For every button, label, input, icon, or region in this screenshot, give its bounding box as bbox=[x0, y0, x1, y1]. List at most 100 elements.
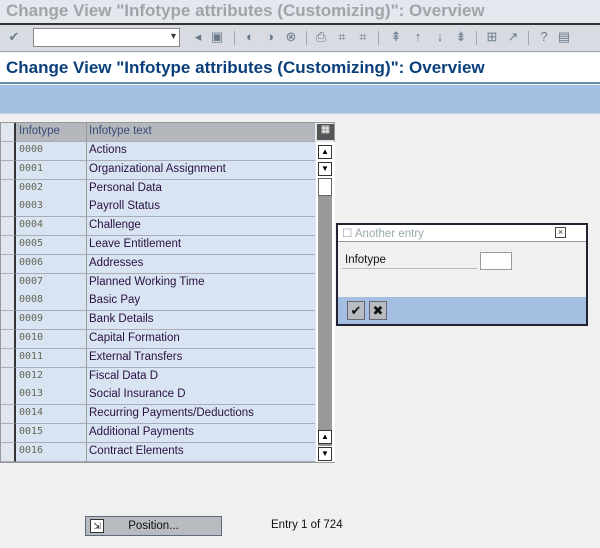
infotype-cell[interactable]: 0014 bbox=[16, 405, 87, 425]
new-session-icon[interactable]: ⊞ bbox=[484, 29, 500, 45]
print-icon[interactable]: ⎙ bbox=[313, 29, 329, 45]
infotype-text-cell[interactable]: Leave Entitlement bbox=[87, 236, 315, 255]
infotype-text-cell[interactable]: Challenge bbox=[87, 217, 315, 237]
row-selector[interactable] bbox=[1, 311, 16, 331]
scroll-page-up-button[interactable]: ▲ bbox=[318, 430, 332, 444]
column-header-infotype[interactable]: Infotype bbox=[16, 123, 87, 142]
row-selector[interactable] bbox=[1, 330, 16, 349]
row-selector[interactable] bbox=[1, 179, 16, 199]
row-selector[interactable] bbox=[1, 273, 16, 293]
infotype-text-cell[interactable]: Recurring Payments/Deductions bbox=[87, 405, 315, 425]
infotype-text-cell[interactable]: Capital Formation bbox=[87, 330, 315, 349]
infotype-cell[interactable]: 0004 bbox=[16, 217, 87, 237]
scroll-down-button[interactable]: ▼ bbox=[318, 162, 332, 176]
find-icon[interactable]: ⌗ bbox=[334, 29, 350, 45]
back-icon[interactable]: ◐ bbox=[242, 29, 258, 45]
infotype-text-cell[interactable]: Basic Pay bbox=[87, 292, 315, 312]
table-row[interactable]: 0015 Additional Payments bbox=[1, 424, 315, 443]
enter-icon[interactable]: ✔ bbox=[6, 29, 22, 45]
infotype-text-cell[interactable]: Bank Details bbox=[87, 311, 315, 331]
position-button[interactable]: ⇲ Position... bbox=[85, 516, 222, 536]
infotype-cell[interactable]: 0005 bbox=[16, 236, 87, 255]
infotype-cell[interactable]: 0003 bbox=[16, 198, 87, 218]
row-selector[interactable] bbox=[1, 236, 16, 255]
cancel-icon[interactable]: ⊗ bbox=[283, 29, 299, 45]
table-row[interactable]: 0007 Planned Working Time bbox=[1, 273, 315, 293]
command-field[interactable]: ▾ bbox=[33, 28, 180, 47]
row-selector[interactable] bbox=[1, 386, 16, 406]
row-selector[interactable] bbox=[1, 254, 16, 274]
table-row[interactable]: 0008 Basic Pay bbox=[1, 292, 315, 312]
table-row[interactable]: 0000 Actions bbox=[1, 142, 315, 161]
table-row[interactable]: 0009 Bank Details bbox=[1, 311, 315, 331]
row-selector[interactable] bbox=[1, 142, 16, 161]
infotype-text-cell[interactable]: Social Insurance D bbox=[87, 386, 315, 406]
table-row[interactable]: 0011 External Transfers bbox=[1, 348, 315, 368]
row-selector[interactable] bbox=[1, 442, 16, 462]
first-page-icon[interactable]: ⇞ bbox=[388, 29, 404, 45]
infotype-cell[interactable]: 0001 bbox=[16, 160, 87, 180]
infotype-cell[interactable]: 0012 bbox=[16, 367, 87, 387]
infotype-cell[interactable]: 0011 bbox=[16, 348, 87, 368]
next-page-icon[interactable]: ↓ bbox=[432, 29, 448, 45]
infotype-cell[interactable]: 0007 bbox=[16, 273, 87, 293]
infotype-text-cell[interactable]: Actions bbox=[87, 142, 315, 161]
exit-icon[interactable]: ◑ bbox=[262, 29, 278, 45]
confirm-button[interactable]: ✔ bbox=[347, 301, 365, 320]
row-selector[interactable] bbox=[1, 367, 16, 387]
layout-menu-icon[interactable]: ▤ bbox=[556, 29, 572, 45]
table-row[interactable]: 0006 Addresses bbox=[1, 254, 315, 274]
infotype-text-cell[interactable]: Personal Data bbox=[87, 179, 315, 199]
close-icon[interactable]: × bbox=[555, 227, 566, 238]
infotype-cell[interactable]: 0006 bbox=[16, 254, 87, 274]
help-icon[interactable]: ? bbox=[536, 29, 552, 45]
vertical-scrollbar[interactable]: ▲ ▼ ▲ ▼ bbox=[316, 142, 335, 462]
infotype-text-cell[interactable]: External Transfers bbox=[87, 348, 315, 368]
table-row[interactable]: 0001 Organizational Assignment bbox=[1, 160, 315, 180]
row-selector[interactable] bbox=[1, 424, 16, 443]
infotype-cell[interactable]: 0008 bbox=[16, 292, 87, 312]
table-row[interactable]: 0004 Challenge bbox=[1, 217, 315, 237]
infotype-cell[interactable]: 0002 bbox=[16, 179, 87, 199]
dropdown-icon[interactable]: ▾ bbox=[171, 31, 176, 42]
column-header-infotype-text[interactable]: Infotype text bbox=[87, 123, 315, 142]
cancel-button[interactable]: ✖ bbox=[369, 301, 387, 320]
table-row[interactable]: 0010 Capital Formation bbox=[1, 330, 315, 349]
table-row[interactable]: 0002 Personal Data bbox=[1, 179, 315, 199]
row-selector[interactable] bbox=[1, 198, 16, 218]
infotype-cell[interactable]: 0010 bbox=[16, 330, 87, 349]
infotype-cell[interactable]: 0000 bbox=[16, 142, 87, 161]
table-row[interactable]: 0005 Leave Entitlement bbox=[1, 236, 315, 255]
last-page-icon[interactable]: ⇟ bbox=[453, 29, 469, 45]
collapse-icon[interactable]: ◂ bbox=[190, 29, 206, 45]
infotype-text-cell[interactable]: Fiscal Data D bbox=[87, 367, 315, 387]
find-next-icon[interactable]: ⌗ bbox=[355, 29, 371, 45]
select-all-button[interactable] bbox=[1, 123, 16, 142]
infotype-text-cell[interactable]: Organizational Assignment bbox=[87, 160, 315, 180]
row-selector[interactable] bbox=[1, 405, 16, 425]
infotype-text-cell[interactable]: Contract Elements bbox=[87, 442, 315, 462]
table-row[interactable]: 0013 Social Insurance D bbox=[1, 386, 315, 406]
scroll-up-button[interactable]: ▲ bbox=[318, 145, 332, 159]
infotype-text-cell[interactable]: Additional Payments bbox=[87, 424, 315, 443]
infotype-cell[interactable]: 0015 bbox=[16, 424, 87, 443]
table-settings-icon[interactable]: ▦ bbox=[317, 124, 334, 140]
infotype-text-cell[interactable]: Addresses bbox=[87, 254, 315, 274]
table-row[interactable]: 0012 Fiscal Data D bbox=[1, 367, 315, 387]
row-selector[interactable] bbox=[1, 160, 16, 180]
scroll-thumb[interactable] bbox=[318, 178, 332, 196]
table-row[interactable]: 0016 Contract Elements bbox=[1, 442, 315, 462]
infotype-cell[interactable]: 0009 bbox=[16, 311, 87, 331]
scroll-track[interactable] bbox=[318, 178, 332, 446]
table-row[interactable]: 0014 Recurring Payments/Deductions bbox=[1, 405, 315, 425]
row-selector[interactable] bbox=[1, 348, 16, 368]
infotype-input[interactable] bbox=[480, 252, 512, 270]
infotype-text-cell[interactable]: Payroll Status bbox=[87, 198, 315, 218]
table-row[interactable]: 0003 Payroll Status bbox=[1, 198, 315, 218]
row-selector[interactable] bbox=[1, 217, 16, 237]
infotype-cell[interactable]: 0013 bbox=[16, 386, 87, 406]
infotype-cell[interactable]: 0016 bbox=[16, 442, 87, 462]
shortcut-icon[interactable]: ↗ bbox=[505, 29, 521, 45]
infotype-text-cell[interactable]: Planned Working Time bbox=[87, 273, 315, 293]
save-icon[interactable]: ▣ bbox=[209, 29, 225, 45]
